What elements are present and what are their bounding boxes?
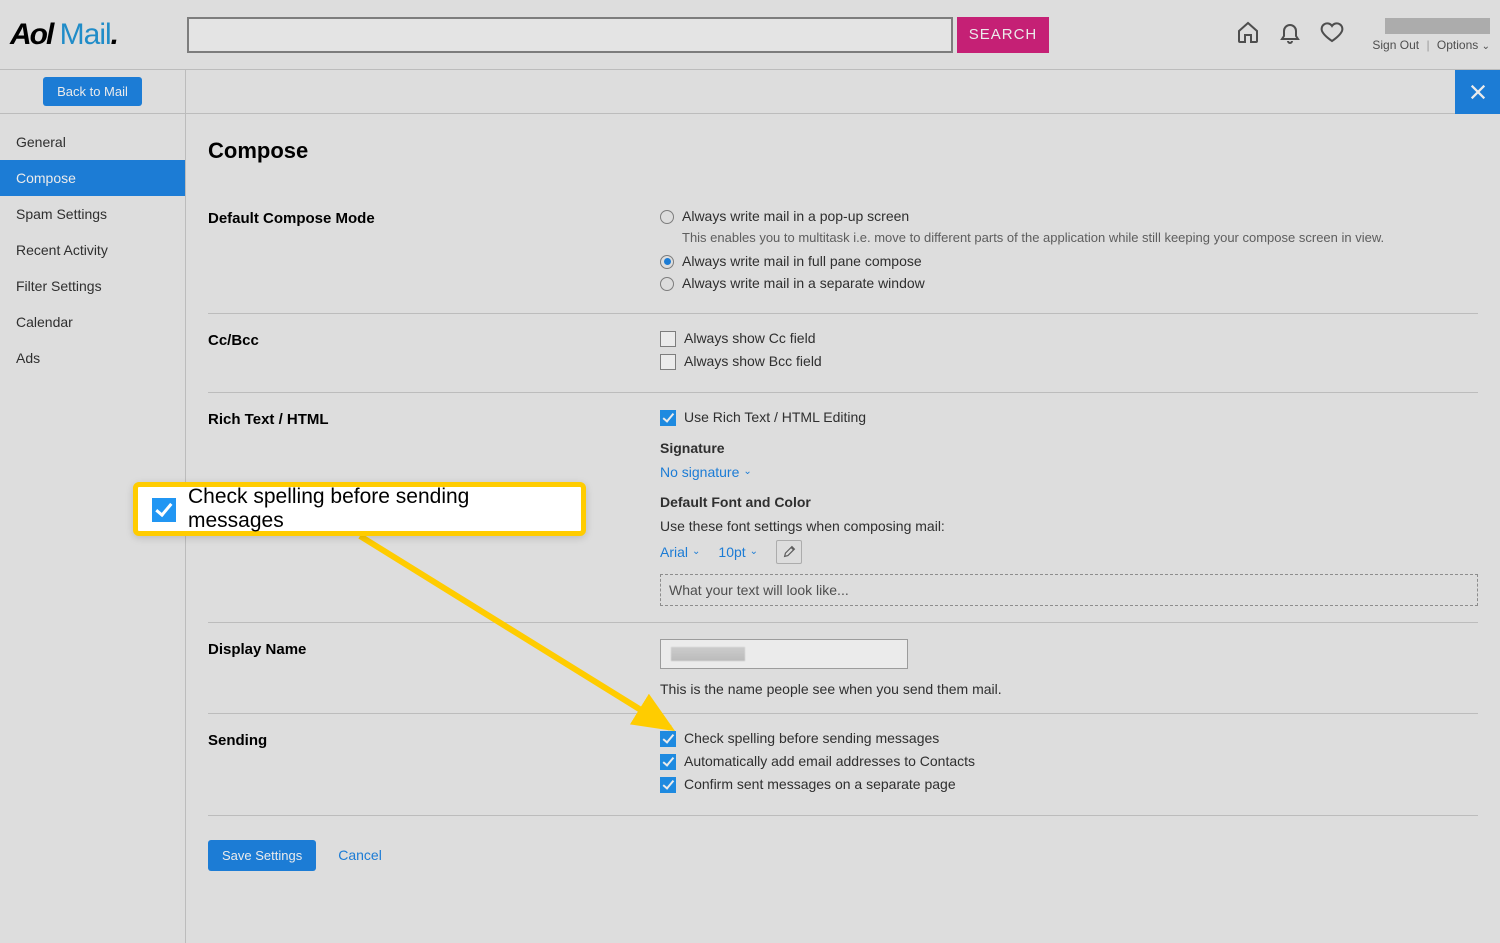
font-name-dropdown[interactable]: Arial ⌄ xyxy=(660,544,700,560)
user-name-redacted xyxy=(1385,18,1490,34)
page-title: Compose xyxy=(208,138,1478,164)
font-size-dropdown[interactable]: 10pt ⌄ xyxy=(718,544,758,560)
search-input[interactable] xyxy=(187,17,953,53)
radio-popup-desc: This enables you to multitask i.e. move … xyxy=(682,230,1478,247)
checkbox-auto-contacts-label: Automatically add email addresses to Con… xyxy=(684,753,975,769)
pencil-icon xyxy=(783,545,796,558)
radio-popup-label: Always write mail in a pop-up screen xyxy=(682,208,909,224)
font-color-button[interactable] xyxy=(776,540,802,564)
sidebar-item-recent-activity[interactable]: Recent Activity xyxy=(0,232,185,268)
app-header: Aol Mail. SEARCH Sign Out | Options ⌄ xyxy=(0,0,1500,70)
header-icons: Sign Out | Options ⌄ xyxy=(1236,18,1490,52)
home-icon[interactable] xyxy=(1236,20,1260,49)
radio-fullpane-label: Always write mail in full pane compose xyxy=(682,253,922,269)
search-button[interactable]: SEARCH xyxy=(957,17,1049,53)
aol-mail-logo: Aol Mail. xyxy=(10,18,117,52)
sidebar-item-filter[interactable]: Filter Settings xyxy=(0,268,185,304)
radio-fullpane[interactable] xyxy=(660,255,674,269)
sidebar-item-ads[interactable]: Ads xyxy=(0,340,185,376)
sidebar-item-spam[interactable]: Spam Settings xyxy=(0,196,185,232)
checkbox-show-bcc-label: Always show Bcc field xyxy=(684,353,822,369)
sign-out-link[interactable]: Sign Out xyxy=(1372,38,1419,52)
cancel-link[interactable]: Cancel xyxy=(338,847,382,863)
checkbox-check-spelling[interactable] xyxy=(660,731,676,747)
font-preview: What your text will look like... xyxy=(660,574,1478,606)
checkbox-check-spelling-label: Check spelling before sending messages xyxy=(684,730,939,746)
favorite-icon[interactable] xyxy=(1320,20,1344,49)
chevron-down-icon: ⌄ xyxy=(743,466,751,477)
notifications-icon[interactable] xyxy=(1278,20,1302,49)
chevron-down-icon: ⌄ xyxy=(692,546,700,557)
close-icon xyxy=(1469,83,1487,101)
font-heading: Default Font and Color xyxy=(660,494,1478,510)
options-link[interactable]: Options ⌄ xyxy=(1437,38,1490,52)
section-display-name: Display Name This is the name people see… xyxy=(208,623,1478,714)
section-ccbcc: Cc/Bcc Always show Cc field Always show … xyxy=(208,314,1478,393)
display-name-help: This is the name people see when you sen… xyxy=(660,681,1478,697)
sidebar-item-general[interactable]: General xyxy=(0,124,185,160)
settings-topbar: Back to Mail xyxy=(0,70,1500,114)
chevron-down-icon: ⌄ xyxy=(750,546,758,557)
radio-popup[interactable] xyxy=(660,210,674,224)
display-name-redacted xyxy=(671,647,745,661)
checkbox-show-cc[interactable] xyxy=(660,331,676,347)
checkbox-show-cc-label: Always show Cc field xyxy=(684,330,816,346)
checkbox-confirm-sent-label: Confirm sent messages on a separate page xyxy=(684,776,956,792)
callout-highlight: Check spelling before sending messages xyxy=(133,482,586,536)
checkbox-show-bcc[interactable] xyxy=(660,354,676,370)
callout-text: Check spelling before sending messages xyxy=(188,485,567,533)
back-to-mail-button[interactable]: Back to Mail xyxy=(43,77,142,106)
chevron-down-icon: ⌄ xyxy=(1482,41,1490,52)
logo-dot: . xyxy=(111,18,117,51)
label-ccbcc: Cc/Bcc xyxy=(208,330,660,376)
checkbox-auto-contacts[interactable] xyxy=(660,754,676,770)
section-sending: Sending Check spelling before sending me… xyxy=(208,714,1478,816)
display-name-input[interactable] xyxy=(660,639,908,669)
sidebar-item-compose[interactable]: Compose xyxy=(0,160,185,196)
topbar-right xyxy=(186,70,1500,113)
label-compose-mode: Default Compose Mode xyxy=(208,208,660,297)
checkbox-confirm-sent[interactable] xyxy=(660,777,676,793)
radio-separate[interactable] xyxy=(660,277,674,291)
font-desc: Use these font settings when composing m… xyxy=(660,518,1478,534)
footer-buttons: Save Settings Cancel xyxy=(208,840,1478,871)
save-settings-button[interactable]: Save Settings xyxy=(208,840,316,871)
search-wrap: SEARCH xyxy=(187,17,1049,53)
topbar-left: Back to Mail xyxy=(0,70,186,113)
callout-checkbox xyxy=(152,498,176,522)
sidebar-item-calendar[interactable]: Calendar xyxy=(0,304,185,340)
logo-aol: Aol xyxy=(10,18,52,51)
label-display-name: Display Name xyxy=(208,639,660,697)
label-sending: Sending xyxy=(208,730,660,799)
signature-dropdown[interactable]: No signature ⌄ xyxy=(660,464,752,480)
user-block: Sign Out | Options ⌄ xyxy=(1372,18,1490,52)
logo-mail: Mail xyxy=(52,18,110,51)
radio-separate-label: Always write mail in a separate window xyxy=(682,275,925,291)
close-button[interactable] xyxy=(1455,70,1500,114)
separator: | xyxy=(1426,38,1429,52)
checkbox-use-richtext-label: Use Rich Text / HTML Editing xyxy=(684,409,866,425)
signature-heading: Signature xyxy=(660,440,1478,456)
checkbox-use-richtext[interactable] xyxy=(660,410,676,426)
section-compose-mode: Default Compose Mode Always write mail i… xyxy=(208,192,1478,314)
